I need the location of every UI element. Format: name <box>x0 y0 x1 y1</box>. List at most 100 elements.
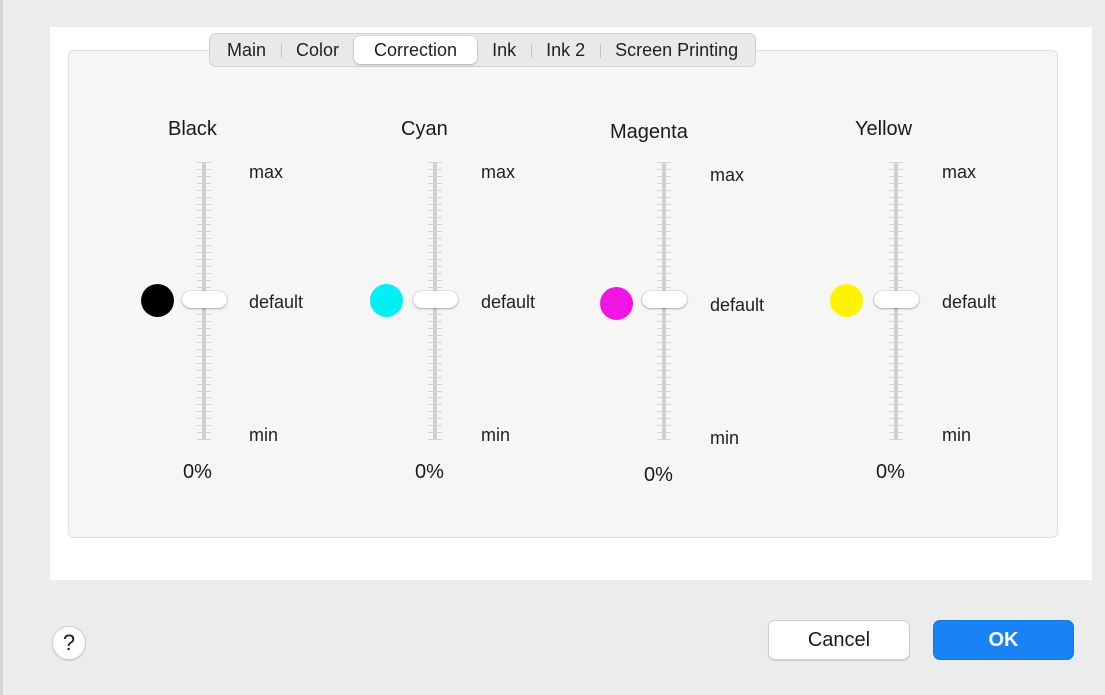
slider-tick <box>657 342 671 343</box>
slider-tick <box>428 377 442 378</box>
slider-tick <box>428 363 442 364</box>
slider-tick <box>657 356 671 357</box>
slider-tick <box>657 384 671 385</box>
black-slider-thumb[interactable] <box>182 291 227 308</box>
slider-tick <box>197 342 211 343</box>
slider-tick <box>428 224 442 225</box>
slider-tick <box>197 238 211 239</box>
slider-tick <box>889 238 903 239</box>
slider-tick <box>428 356 442 357</box>
slider-tick <box>657 349 671 350</box>
slider-tick <box>428 252 442 253</box>
slider-tick <box>889 404 903 405</box>
slider-tick <box>889 321 903 322</box>
slider-tick <box>889 183 903 184</box>
slider-tick <box>197 183 211 184</box>
cyan-value: 0% <box>415 461 444 483</box>
slider-tick <box>428 183 442 184</box>
tab-color[interactable]: Color <box>281 36 354 64</box>
slider-tick <box>657 245 671 246</box>
slider-tick <box>657 204 671 205</box>
slider-tick <box>428 391 442 392</box>
magenta-value: 0% <box>644 464 673 486</box>
slider-tick <box>889 190 903 191</box>
tab-ink-2[interactable]: Ink 2 <box>531 36 600 64</box>
slider-tick <box>657 287 671 288</box>
slider-tick <box>889 314 903 315</box>
slider-tick <box>657 335 671 336</box>
slider-tick <box>889 342 903 343</box>
slider-tick <box>889 328 903 329</box>
cyan-slider-thumb[interactable] <box>413 291 458 308</box>
tab-main[interactable]: Main <box>212 36 281 64</box>
slider-tick <box>428 217 442 218</box>
slider-tick <box>428 404 442 405</box>
cyan-max-label: max <box>481 162 516 182</box>
slider-tick <box>657 314 671 315</box>
slider-tick <box>657 425 671 426</box>
slider-tick <box>197 314 211 315</box>
black-value: 0% <box>183 461 212 483</box>
slider-tick <box>889 162 903 163</box>
slider-tick <box>889 377 903 378</box>
slider-tick <box>197 231 211 232</box>
slider-tick <box>428 425 442 426</box>
magenta-slider-thumb[interactable] <box>642 291 687 308</box>
slider-tick <box>889 273 903 274</box>
slider-tick <box>657 252 671 253</box>
help-button[interactable]: ? <box>52 626 86 660</box>
slider-tick <box>428 280 442 281</box>
slider-tick <box>657 377 671 378</box>
tab-screen-printing[interactable]: Screen Printing <box>600 36 753 64</box>
black-default-label: default <box>249 292 304 312</box>
cyan-title: Cyan <box>401 118 448 140</box>
slider-tick <box>428 273 442 274</box>
slider-tick <box>657 190 671 191</box>
slider-tick <box>197 418 211 419</box>
magenta-default-label: default <box>710 295 765 315</box>
slider-tick <box>428 439 442 440</box>
slider-tick <box>428 370 442 371</box>
magenta-swatch-icon <box>600 287 633 320</box>
slider-tick <box>197 363 211 364</box>
slider-tick <box>197 432 211 433</box>
slider-tick <box>428 190 442 191</box>
cyan-default-label: default <box>481 292 536 312</box>
tab-correction[interactable]: Correction <box>354 36 478 64</box>
slider-tick <box>197 245 211 246</box>
slider-tick <box>889 287 903 288</box>
slider-tick <box>657 197 671 198</box>
slider-tick <box>197 217 211 218</box>
ok-button[interactable]: OK <box>933 620 1074 660</box>
slider-tick <box>657 162 671 163</box>
slider-tick <box>657 411 671 412</box>
magenta-title: Magenta <box>610 121 688 143</box>
slider-tick <box>657 238 671 239</box>
cancel-button[interactable]: Cancel <box>768 620 910 660</box>
tab-ink[interactable]: Ink <box>477 36 531 64</box>
slider-tick <box>657 391 671 392</box>
slider-tick <box>657 266 671 267</box>
slider-tick <box>657 328 671 329</box>
slider-tick <box>428 418 442 419</box>
slider-tick <box>197 162 211 163</box>
slider-tick <box>657 259 671 260</box>
slider-tick <box>197 439 211 440</box>
cyan-min-label: min <box>481 425 511 445</box>
slider-tick <box>889 439 903 440</box>
slider-tick <box>657 210 671 211</box>
yellow-slider-thumb[interactable] <box>874 291 919 308</box>
slider-tick <box>889 391 903 392</box>
slider-tick <box>657 397 671 398</box>
slider-tick <box>889 176 903 177</box>
slider-tick <box>197 384 211 385</box>
slider-tick <box>889 370 903 371</box>
slider-tick <box>197 321 211 322</box>
slider-tick <box>889 363 903 364</box>
yellow-value: 0% <box>876 461 905 483</box>
slider-tick <box>657 169 671 170</box>
slider-tick <box>428 321 442 322</box>
slider-tick <box>428 162 442 163</box>
slider-tick <box>889 231 903 232</box>
slider-tick <box>889 356 903 357</box>
